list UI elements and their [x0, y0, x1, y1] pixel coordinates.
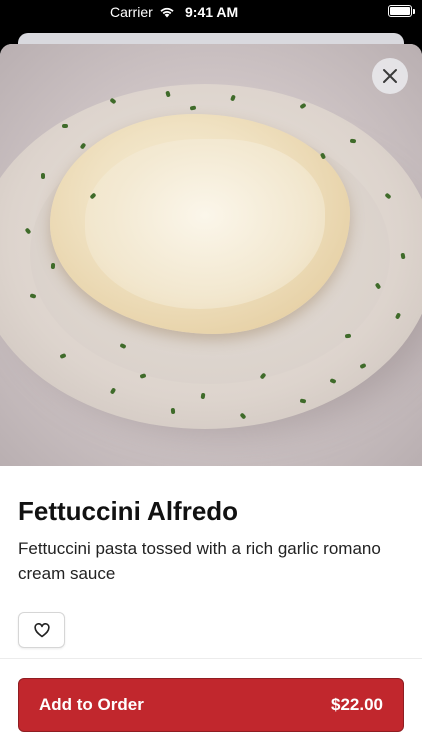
- heart-icon: [33, 622, 50, 637]
- wifi-icon: [160, 7, 174, 18]
- add-to-order-button[interactable]: Add to Order $22.00: [18, 678, 404, 732]
- parsley-fleck: [349, 138, 357, 144]
- item-detail-sheet: Fettuccini Alfredo Fettuccini pasta toss…: [0, 44, 422, 750]
- item-title: Fettuccini Alfredo: [18, 496, 239, 526]
- battery-icon: [388, 5, 415, 17]
- parsley-fleck: [299, 398, 307, 404]
- item-description: Fettuccini pasta tossed with a rich garl…: [18, 539, 381, 583]
- item-photo: [0, 44, 422, 466]
- parsley-fleck: [170, 407, 176, 415]
- close-button[interactable]: [372, 58, 408, 94]
- parsley-fleck: [40, 172, 46, 180]
- divider: [0, 658, 422, 659]
- carrier-label: Carrier: [110, 4, 153, 20]
- item-price: $22.00: [331, 695, 383, 714]
- parsley-fleck: [62, 124, 68, 128]
- status-time: 9:41 AM: [185, 4, 239, 20]
- add-to-order-label: Add to Order: [39, 695, 144, 714]
- close-icon: [383, 69, 397, 83]
- status-left: Carrier: [110, 4, 175, 20]
- status-bar: Carrier 9:41 AM: [0, 0, 422, 24]
- favorite-button[interactable]: [18, 612, 65, 648]
- parsley-fleck: [50, 262, 56, 270]
- parsley-fleck: [400, 252, 406, 260]
